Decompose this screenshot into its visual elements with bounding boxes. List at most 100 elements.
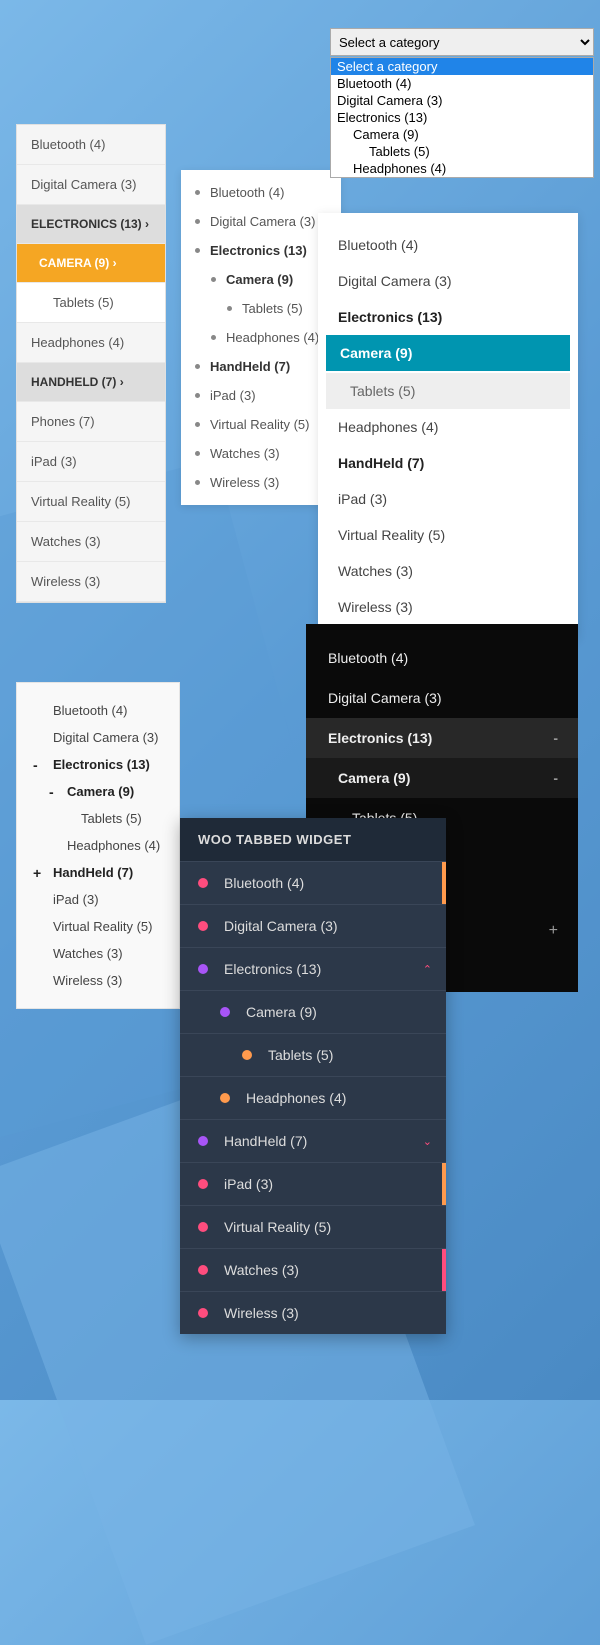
woo-tabbed-widget: WOO TABBED WIDGET Bluetooth (4) Digital … bbox=[180, 818, 446, 1334]
category-item-electronics[interactable]: Electronics (13)⌃ bbox=[180, 948, 446, 991]
category-item-electronics[interactable]: Electronics (13) - bbox=[306, 718, 578, 758]
category-item-virtual-reality[interactable]: Virtual Reality (5) bbox=[181, 410, 341, 439]
category-item-digital-camera[interactable]: Digital Camera (3) bbox=[306, 678, 578, 718]
collapse-icon[interactable]: - bbox=[33, 757, 38, 773]
category-item-ipad[interactable]: iPad (3) bbox=[318, 481, 578, 517]
category-item-wireless[interactable]: Wireless (3) bbox=[318, 589, 578, 625]
bullet-icon bbox=[211, 335, 216, 340]
bullet-icon bbox=[195, 219, 200, 224]
category-item-handheld[interactable]: + HandHeld (7) bbox=[17, 859, 179, 886]
category-item-bluetooth[interactable]: Bluetooth (4) bbox=[17, 697, 179, 724]
category-label: CAMERA (9) bbox=[39, 256, 109, 270]
bullet-icon bbox=[227, 306, 232, 311]
category-item-handheld[interactable]: HandHeld (7) ⌄ bbox=[180, 1120, 446, 1163]
category-item-wireless[interactable]: Wireless (3) bbox=[181, 468, 341, 497]
stripe-icon bbox=[442, 1249, 446, 1291]
select-option-bluetooth[interactable]: Bluetooth (4) bbox=[331, 75, 593, 92]
category-label: Virtual Reality (5) bbox=[210, 417, 309, 432]
dot-icon bbox=[198, 1136, 208, 1146]
category-label: HandHeld (7) bbox=[224, 1133, 307, 1149]
collapse-icon[interactable]: - bbox=[553, 770, 558, 786]
bullet-icon bbox=[195, 451, 200, 456]
category-item-virtual-reality[interactable]: Virtual Reality (5) bbox=[17, 482, 165, 522]
bullet-icon bbox=[195, 393, 200, 398]
category-item-camera[interactable]: Camera (9) bbox=[180, 991, 446, 1034]
category-item-watches[interactable]: Watches (3) bbox=[181, 439, 341, 468]
category-item-ipad[interactable]: iPad (3) bbox=[17, 886, 179, 913]
select-option-electronics[interactable]: Electronics (13) bbox=[331, 109, 593, 126]
category-item-ipad[interactable]: iPad (3) bbox=[181, 381, 341, 410]
category-item-headphones[interactable]: Headphones (4) bbox=[17, 323, 165, 363]
bullet-icon bbox=[195, 364, 200, 369]
chevron-down-icon[interactable]: ⌄ bbox=[423, 1135, 432, 1148]
chevron-right-icon: › bbox=[113, 256, 117, 270]
stripe-icon bbox=[442, 862, 446, 904]
select-option-tablets[interactable]: Tablets (5) bbox=[331, 143, 593, 160]
category-item-tablets[interactable]: Tablets (5) bbox=[181, 294, 341, 323]
category-item-wireless[interactable]: Wireless (3) bbox=[17, 562, 165, 602]
category-item-watches[interactable]: Watches (3) bbox=[318, 553, 578, 589]
category-item-handheld[interactable]: HandHeld (7) bbox=[181, 352, 341, 381]
category-item-digital-camera[interactable]: Digital Camera (3) bbox=[180, 905, 446, 948]
category-item-wireless[interactable]: Wireless (3) bbox=[180, 1292, 446, 1334]
category-item-wireless[interactable]: Wireless (3) bbox=[17, 967, 179, 994]
collapse-icon[interactable]: - bbox=[553, 730, 558, 746]
category-label: Electronics (13) bbox=[328, 730, 432, 746]
category-item-digital-camera[interactable]: Digital Camera (3) bbox=[318, 263, 578, 299]
category-item-headphones[interactable]: Headphones (4) bbox=[318, 409, 578, 445]
category-item-tablets[interactable]: Tablets (5) bbox=[17, 283, 165, 323]
category-item-watches[interactable]: Watches (3) bbox=[17, 522, 165, 562]
category-item-headphones[interactable]: Headphones (4) bbox=[17, 832, 179, 859]
category-item-bluetooth[interactable]: Bluetooth (4) bbox=[318, 227, 578, 263]
category-item-ipad[interactable]: iPad (3) bbox=[17, 442, 165, 482]
category-item-virtual-reality[interactable]: Virtual Reality (5) bbox=[318, 517, 578, 553]
category-item-electronics[interactable]: - Electronics (13) bbox=[17, 751, 179, 778]
category-header-handheld[interactable]: HANDHELD (7) › bbox=[17, 363, 165, 402]
category-item-digital-camera[interactable]: Digital Camera (3) bbox=[17, 165, 165, 205]
category-item-ipad[interactable]: iPad (3) bbox=[180, 1163, 446, 1206]
select-option-camera[interactable]: Camera (9) bbox=[331, 126, 593, 143]
category-item-bluetooth[interactable]: Bluetooth (4) bbox=[180, 862, 446, 905]
category-label: Camera (9) bbox=[246, 1004, 317, 1020]
category-item-camera[interactable]: Camera (9) bbox=[181, 265, 341, 294]
category-item-electronics[interactable]: Electronics (13) bbox=[181, 236, 341, 265]
category-item-virtual-reality[interactable]: Virtual Reality (5) bbox=[17, 913, 179, 940]
expand-icon[interactable]: + bbox=[33, 865, 41, 881]
category-label: Digital Camera (3) bbox=[224, 918, 338, 934]
category-item-watches[interactable]: Watches (3) bbox=[17, 940, 179, 967]
category-widget-tree: Bluetooth (4) Digital Camera (3) - Elect… bbox=[16, 682, 180, 1009]
category-item-electronics[interactable]: Electronics (13) bbox=[318, 299, 578, 335]
expand-icon[interactable]: + bbox=[549, 922, 558, 940]
category-item-bluetooth[interactable]: Bluetooth (4) bbox=[181, 178, 341, 207]
category-label: HANDHELD (7) bbox=[31, 375, 116, 389]
widget-title: WOO TABBED WIDGET bbox=[180, 818, 446, 862]
category-label: Camera (9) bbox=[67, 784, 134, 799]
category-label: Watches (3) bbox=[210, 446, 280, 461]
category-header-electronics[interactable]: ELECTRONICS (13) › bbox=[17, 205, 165, 244]
category-item-headphones[interactable]: Headphones (4) bbox=[181, 323, 341, 352]
collapse-icon[interactable]: - bbox=[49, 784, 54, 800]
chevron-up-icon[interactable]: ⌃ bbox=[423, 963, 432, 976]
select-option-placeholder[interactable]: Select a category bbox=[331, 58, 593, 75]
category-item-bluetooth[interactable]: Bluetooth (4) bbox=[306, 638, 578, 678]
category-item-tablets[interactable]: Tablets (5) bbox=[17, 805, 179, 832]
select-option-digital-camera[interactable]: Digital Camera (3) bbox=[331, 92, 593, 109]
category-item-tablets[interactable]: Tablets (5) bbox=[326, 373, 570, 409]
category-label: Headphones (4) bbox=[246, 1090, 346, 1106]
category-item-camera-active[interactable]: CAMERA (9) › bbox=[17, 244, 165, 283]
category-item-virtual-reality[interactable]: Virtual Reality (5) bbox=[180, 1206, 446, 1249]
bullet-icon bbox=[195, 190, 200, 195]
category-item-bluetooth[interactable]: Bluetooth (4) bbox=[17, 125, 165, 165]
category-item-camera[interactable]: Camera (9) - bbox=[306, 758, 578, 798]
category-item-watches[interactable]: Watches (3) bbox=[180, 1249, 446, 1292]
category-select[interactable]: Select a category bbox=[330, 28, 594, 56]
category-item-headphones[interactable]: Headphones (4) bbox=[180, 1077, 446, 1120]
category-item-handheld[interactable]: HandHeld (7) bbox=[318, 445, 578, 481]
category-item-phones[interactable]: Phones (7) bbox=[17, 402, 165, 442]
category-item-camera[interactable]: - Camera (9) bbox=[17, 778, 179, 805]
category-item-digital-camera[interactable]: Digital Camera (3) bbox=[17, 724, 179, 751]
category-item-digital-camera[interactable]: Digital Camera (3) bbox=[181, 207, 341, 236]
category-item-camera-active[interactable]: Camera (9) bbox=[326, 335, 570, 371]
category-item-tablets[interactable]: Tablets (5) bbox=[180, 1034, 446, 1077]
select-option-headphones[interactable]: Headphones (4) bbox=[331, 160, 593, 177]
